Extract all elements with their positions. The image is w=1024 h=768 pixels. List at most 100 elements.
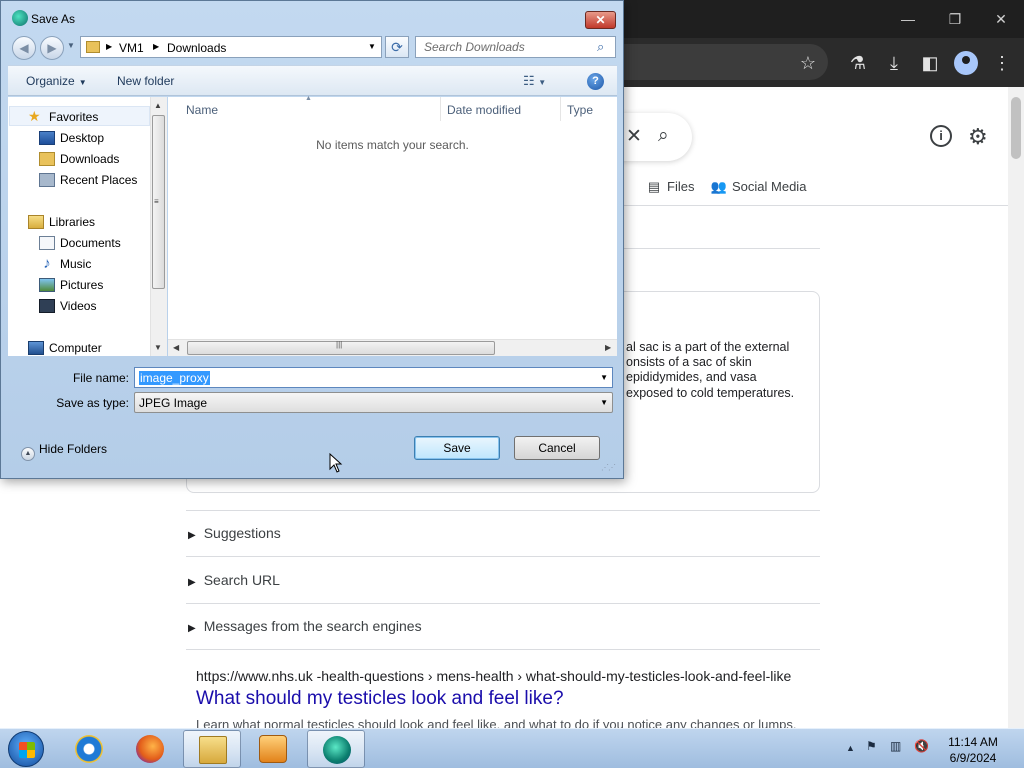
view-options-icon[interactable]: ☷ ▼ — [523, 73, 546, 89]
chevron-down-icon[interactable]: ▼ — [600, 373, 608, 382]
nav-desktop[interactable]: Desktop — [60, 131, 104, 145]
search-input[interactable] — [415, 36, 616, 58]
file-name-field[interactable]: image_proxy ▼ — [134, 367, 613, 388]
sidebar-icon[interactable]: ◧ — [917, 50, 943, 76]
column-name[interactable]: Name — [186, 103, 218, 117]
files-icon: ▤ — [647, 179, 661, 194]
save-as-type-label: Save as type: — [56, 396, 129, 410]
taskbar-internet-explorer[interactable] — [60, 730, 118, 768]
kebab-menu-icon[interactable]: ⋮ — [989, 50, 1015, 76]
taskbar: ▲ ⚑ ▥ 🔇 11:14 AM 6/9/2024 — [0, 728, 1024, 768]
minimize-icon[interactable]: — — [896, 8, 920, 30]
organize-menu[interactable]: Organize ▼ — [26, 74, 87, 88]
clear-icon[interactable]: ✕ — [626, 125, 642, 149]
new-folder-button[interactable]: New folder — [117, 74, 174, 88]
star-icon[interactable]: ☆ — [795, 50, 821, 76]
taskbar-edge-browser[interactable] — [307, 730, 365, 768]
scroll-left-icon[interactable]: ◀ — [173, 343, 179, 352]
network-icon[interactable]: ▥ — [890, 739, 901, 753]
file-list: ▲ Name Date modified Type No items match… — [168, 95, 617, 356]
cancel-button[interactable]: Cancel — [514, 436, 600, 460]
nav-downloads[interactable]: Downloads — [60, 152, 119, 166]
section-suggestions[interactable]: ▶ Suggestions — [188, 525, 281, 541]
settings-gear-icon[interactable]: ⚙ — [968, 125, 988, 149]
back-button[interactable]: ◀ — [12, 36, 36, 60]
breadcrumb-vm1[interactable]: VM1 — [119, 41, 144, 55]
start-button[interactable] — [8, 731, 44, 767]
chevron-right-icon[interactable]: ▶ — [153, 42, 159, 51]
desktop-icon — [39, 131, 55, 145]
save-button[interactable]: Save — [414, 436, 500, 460]
nav-pictures[interactable]: Pictures — [60, 278, 103, 292]
breadcrumb-downloads[interactable]: Downloads — [167, 41, 226, 55]
downloads-folder-icon — [39, 152, 55, 166]
scroll-down-icon[interactable]: ▼ — [154, 343, 162, 352]
expand-triangle-icon: ▶ — [188, 530, 196, 541]
filter-social-media[interactable]: 👥 Social Media — [710, 179, 807, 195]
filter-files[interactable]: ▤ Files — [645, 179, 695, 195]
taskbar-windows-explorer[interactable] — [183, 730, 241, 768]
chevron-right-icon[interactable]: ▶ — [106, 42, 112, 51]
app-icon — [12, 10, 28, 26]
nav-libraries[interactable]: Libraries — [49, 215, 95, 229]
section-search-url[interactable]: ▶ Search URL — [188, 572, 280, 588]
music-icon: ♪ — [43, 255, 51, 272]
nav-videos[interactable]: Videos — [60, 299, 96, 313]
edge-browser-icon — [323, 736, 351, 764]
section-engine-messages[interactable]: ▶ Messages from the search engines — [188, 618, 422, 634]
show-hidden-icons[interactable]: ▲ — [846, 743, 855, 753]
file-name-value[interactable]: image_proxy — [139, 371, 210, 385]
nav-music[interactable]: Music — [60, 257, 91, 271]
save-as-dialog: Save As ✕ ◀ ▶ ▼ ▶ VM1 ▶ Downloads ▼ ⟳ ⌕ … — [0, 0, 624, 479]
videos-icon — [39, 299, 55, 313]
recent-locations-icon[interactable]: ▼ — [67, 41, 75, 50]
result-title-link[interactable]: What should my testicles look and feel l… — [196, 688, 564, 710]
chevron-down-icon[interactable]: ▼ — [600, 398, 608, 407]
action-center-flag-icon[interactable]: ⚑ — [866, 739, 877, 753]
firefox-icon — [136, 735, 164, 763]
search-icon: ⌕ — [597, 39, 605, 54]
taskbar-media-player[interactable] — [244, 730, 302, 768]
column-divider[interactable] — [560, 97, 561, 121]
file-name-label: File name: — [72, 371, 129, 385]
close-window-icon[interactable]: ✕ — [989, 8, 1013, 30]
download-icon[interactable]: ⤓ — [881, 50, 907, 76]
result-url[interactable]: https://www.nhs.uk -health-questions › m… — [196, 668, 791, 684]
recent-places-icon — [39, 173, 55, 187]
hide-folders-button[interactable]: ▲ Hide Folders — [21, 442, 107, 461]
search-icon[interactable]: ⌕ — [658, 124, 669, 148]
save-as-type-select[interactable]: JPEG Image ▼ — [134, 392, 613, 413]
resize-grip-icon[interactable]: ⋰⋰ — [601, 463, 616, 472]
info-icon[interactable]: i — [930, 125, 952, 147]
scroll-right-icon[interactable]: ▶ — [605, 343, 611, 352]
scroll-up-icon[interactable]: ▲ — [154, 101, 162, 110]
system-clock[interactable]: 11:14 AM 6/9/2024 — [938, 734, 1008, 766]
navigation-pane: ★ Favorites Desktop Downloads Recent Pla… — [8, 97, 167, 356]
refresh-button[interactable]: ⟳ — [385, 36, 409, 58]
flask-icon[interactable]: ⚗ — [845, 50, 871, 76]
chevron-down-icon[interactable]: ▼ — [368, 42, 376, 51]
page-scrollbar-thumb[interactable] — [1011, 97, 1021, 159]
column-divider[interactable] — [440, 97, 441, 121]
help-icon[interactable]: ? — [587, 73, 604, 90]
omnibox[interactable] — [600, 44, 828, 80]
taskbar-firefox[interactable] — [121, 730, 179, 768]
expand-triangle-icon: ▶ — [188, 623, 196, 634]
column-date-modified[interactable]: Date modified — [447, 103, 521, 117]
nav-computer[interactable]: Computer — [49, 341, 102, 355]
nav-favorites[interactable]: Favorites — [49, 110, 98, 124]
page-scrollbar[interactable] — [1008, 87, 1024, 728]
documents-icon — [39, 236, 55, 250]
media-player-icon — [259, 735, 287, 763]
nav-recent-places[interactable]: Recent Places — [60, 173, 137, 187]
profile-icon[interactable] — [954, 51, 978, 75]
column-type[interactable]: Type — [567, 103, 593, 117]
nav-documents[interactable]: Documents — [60, 236, 121, 250]
chevron-up-icon: ▲ — [21, 447, 35, 461]
address-bar[interactable]: ▶ VM1 ▶ Downloads ▼ — [80, 36, 382, 58]
forward-button[interactable]: ▶ — [40, 36, 64, 60]
close-button[interactable]: ✕ — [585, 11, 616, 29]
libraries-icon — [28, 215, 44, 229]
volume-muted-icon[interactable]: 🔇 — [914, 739, 929, 753]
restore-icon[interactable]: ❐ — [943, 8, 967, 30]
